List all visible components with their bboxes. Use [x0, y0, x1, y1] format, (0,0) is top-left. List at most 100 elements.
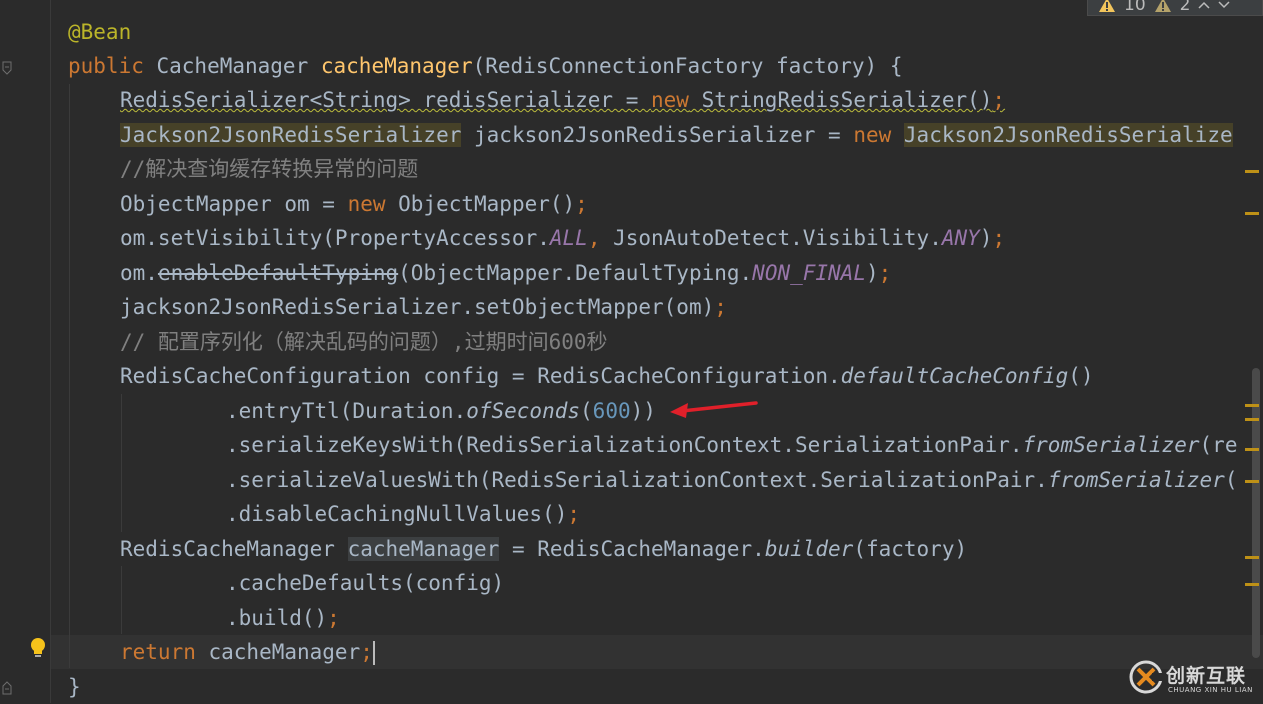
static-method-token: fromSerializer [1022, 433, 1200, 457]
highlighted-type-token: Jackson2JsonRedisSerialize [903, 123, 1233, 147]
code-line: RedisCacheConfiguration config = RedisCa… [120, 359, 1094, 393]
warning-stripe-marker[interactable] [1245, 480, 1259, 483]
keyword-token: new [853, 123, 892, 147]
code-token: ) [865, 261, 879, 285]
code-line: .entryTtl(Duration.ofSeconds(600)) [226, 394, 656, 428]
code-token: () [1068, 364, 1094, 388]
weak-warning-count: 2 [1179, 0, 1191, 15]
keyword-token: new [651, 88, 689, 112]
code-token: .disableCachingNullValues() [226, 502, 568, 526]
comma-token: , [587, 226, 601, 250]
semicolon-token: ; [360, 640, 373, 664]
semicolon-token: ; [878, 261, 892, 285]
semicolon-token: ; [575, 192, 588, 216]
highlighted-variable-token: cacheManager [347, 537, 500, 561]
semicolon-token: ; [327, 606, 340, 630]
code-line: jackson2JsonRedisSerializer.setObjectMap… [120, 290, 727, 324]
code-line: ObjectMapper om = new ObjectMapper(); [120, 187, 588, 221]
code-token: jackson2JsonRedisSerializer = [461, 123, 854, 147]
code-token: ) [979, 226, 993, 250]
semicolon-token: ; [567, 502, 581, 526]
code-token: } [68, 675, 81, 699]
keyword-token: return [120, 640, 196, 664]
warning-stripe-marker[interactable] [1245, 556, 1259, 559]
static-method-token: ofSeconds [466, 399, 581, 423]
code-token: ( [1224, 468, 1238, 492]
code-line: .disableCachingNullValues(); [226, 497, 580, 531]
code-line: @Bean [68, 15, 131, 49]
code-token: .entryTtl(Duration. [226, 399, 467, 423]
code-token: .serializeValuesWith(RedisSerializationC… [226, 468, 1048, 492]
code-line: .serializeValuesWith(RedisSerializationC… [226, 463, 1237, 497]
code-token: = RedisCacheManager. [499, 537, 765, 561]
code-token: jackson2JsonRedisSerializer.setObjectMap… [120, 295, 715, 319]
code-token: cacheManager [195, 640, 361, 664]
code-line: Jackson2JsonRedisSerializer jackson2Json… [120, 118, 1233, 152]
scrollbar-thumb[interactable] [1252, 368, 1260, 658]
warning-icon [1098, 0, 1116, 13]
method-name-token: cacheManager [320, 54, 473, 78]
constant-token: NON_FINAL [752, 261, 866, 285]
code-token: .serializeKeysWith(RedisSerializationCon… [226, 433, 1023, 457]
code-line: .build(); [226, 601, 340, 635]
code-line: //解决查询缓存转换异常的问题 [120, 152, 418, 186]
comment-token: // 配置序列化（解决乱码的问题）,过期时间600秒 [120, 330, 608, 354]
code-token: (re [1199, 433, 1238, 457]
highlighted-type-token: Jackson2JsonRedisSerializer [120, 123, 462, 147]
watermark: 创新互联 CHUANG XIN HU LIAN [1126, 655, 1263, 703]
chevron-down-icon[interactable] [1218, 0, 1230, 15]
code-editor[interactable]: @Bean public CacheManager cacheManager(R… [0, 0, 1263, 703]
comment-token: //解决查询缓存转换异常的问题 [120, 157, 419, 181]
code-line: .serializeKeysWith(RedisSerializationCon… [226, 428, 1237, 462]
keyword-token: new [347, 192, 386, 216]
warning-stripe-marker[interactable] [1245, 404, 1259, 407]
constant-token: ALL [549, 226, 588, 250]
code-token: )) [630, 399, 656, 423]
static-method-token: defaultCacheConfig [840, 364, 1069, 388]
warning-stripe-marker[interactable] [1245, 212, 1259, 215]
code-line: om.setVisibility(PropertyAccessor.ALL, J… [120, 221, 1005, 255]
code-line: return cacheManager; [120, 635, 375, 669]
keyword-token: public [68, 54, 144, 78]
code-token: .cacheDefaults(config) [226, 571, 505, 595]
watermark-subtitle: CHUANG XIN HU LIAN [1168, 686, 1253, 694]
type-token: CacheManager [143, 54, 321, 78]
code-line: RedisCacheManager cacheManager = RedisCa… [120, 532, 967, 566]
static-method-token: builder [764, 537, 854, 561]
code-token: om.setVisibility(PropertyAccessor. [120, 226, 550, 250]
code-token: .build() [226, 606, 328, 630]
constant-token: ANY [941, 226, 980, 250]
code-line: om.enableDefaultTyping(ObjectMapper.Defa… [120, 256, 891, 290]
weak-warning-icon [1154, 0, 1172, 13]
warning-count: 10 [1124, 0, 1146, 15]
code-line: // 配置序列化（解决乱码的问题）,过期时间600秒 [120, 325, 608, 359]
static-method-token: fromSerializer [1047, 468, 1225, 492]
watermark-logo-icon [1128, 659, 1164, 699]
watermark-title: 创新互联 [1166, 665, 1247, 687]
semicolon-token: ; [992, 226, 1006, 250]
params-token: (RedisConnectionFactory factory) { [472, 54, 903, 78]
warning-stripe-marker[interactable] [1245, 448, 1259, 451]
code-token: StringRedisSerializer() [688, 88, 993, 112]
code-token: RedisCacheManager [120, 537, 348, 561]
code-token: (factory) [853, 537, 968, 561]
code-token: ObjectMapper() [385, 192, 576, 216]
warning-stripe-marker[interactable] [1245, 583, 1259, 586]
semicolon-token: ; [714, 295, 727, 319]
code-line: RedisSerializer<String> redisSerializer … [120, 83, 1005, 117]
code-line: .cacheDefaults(config) [226, 566, 504, 600]
inspection-widget[interactable]: 10 2 [1087, 0, 1263, 16]
code-token: (ObjectMapper.DefaultTyping. [398, 261, 753, 285]
semicolon-token: ; [992, 88, 1006, 112]
annotation-token: @Bean [68, 20, 132, 44]
text-caret [372, 641, 375, 665]
warning-stripe-marker[interactable] [1245, 170, 1259, 173]
code-line: public CacheManager cacheManager(RedisCo… [68, 49, 902, 83]
warning-stripe-marker[interactable] [1245, 418, 1259, 421]
code-token: om. [120, 261, 158, 285]
number-token: 600 [592, 399, 631, 423]
code-token: JsonAutoDetect.Visibility. [600, 226, 942, 250]
deprecated-method-token: enableDefaultTyping [157, 261, 399, 285]
chevron-up-icon[interactable] [1198, 0, 1210, 15]
